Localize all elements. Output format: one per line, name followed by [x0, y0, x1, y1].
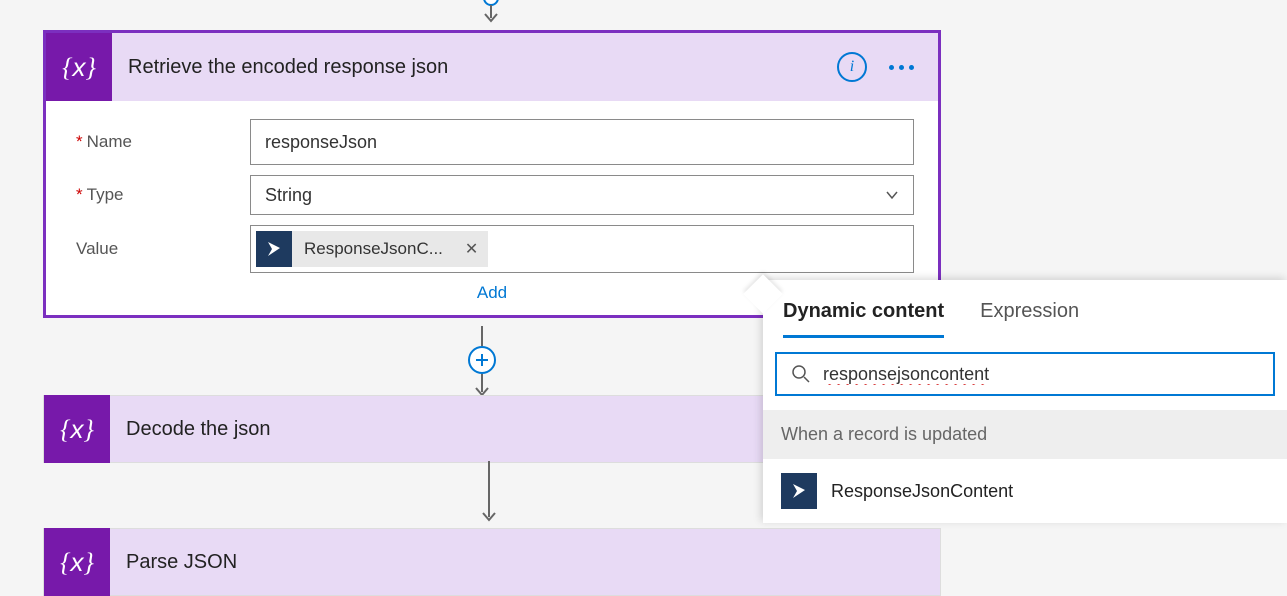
search-input[interactable]	[823, 364, 1259, 385]
item-label: ResponseJsonContent	[831, 481, 1013, 502]
tab-expression[interactable]: Expression	[980, 300, 1079, 338]
name-input[interactable]	[250, 119, 914, 165]
dynamic-content-popup: Dynamic content Expression When a record…	[763, 280, 1287, 523]
type-selected-value: String	[265, 185, 312, 206]
tab-dynamic-content[interactable]: Dynamic content	[783, 300, 944, 338]
info-icon[interactable]: i	[837, 52, 867, 82]
action-title: Parse JSON	[110, 551, 940, 574]
value-label: Value	[70, 239, 250, 259]
dynamics-icon	[781, 473, 817, 509]
chevron-down-icon	[885, 188, 899, 202]
search-icon	[791, 364, 811, 384]
action-header[interactable]: {x} Retrieve the encoded response json i	[46, 33, 938, 101]
dynamic-token[interactable]: ResponseJsonC... ✕	[256, 231, 488, 267]
action-title: Retrieve the encoded response json	[112, 56, 837, 79]
action-retrieve-encoded-response: {x} Retrieve the encoded response json i…	[43, 30, 941, 318]
dynamics-icon	[256, 231, 292, 267]
type-label: *Type	[70, 185, 250, 205]
action-parse-json[interactable]: {x} Parse JSON	[43, 528, 941, 596]
add-step-button[interactable]	[468, 346, 496, 374]
add-link[interactable]: Add	[477, 283, 507, 302]
connector-line	[467, 326, 497, 346]
arrow-down-icon	[474, 461, 504, 527]
token-label: ResponseJsonC...	[304, 239, 455, 259]
popup-section-header: When a record is updated	[763, 410, 1287, 459]
token-remove-icon[interactable]: ✕	[455, 239, 488, 259]
type-select[interactable]: String	[250, 175, 914, 215]
dynamic-content-item[interactable]: ResponseJsonContent	[763, 459, 1287, 523]
variable-icon: {x}	[44, 395, 110, 463]
more-menu-icon[interactable]	[889, 65, 914, 70]
arrow-down-icon	[476, 0, 506, 28]
value-input[interactable]: ResponseJsonC... ✕	[250, 225, 914, 273]
variable-icon: {x}	[44, 528, 110, 596]
name-label: *Name	[70, 132, 250, 152]
variable-icon: {x}	[46, 33, 112, 101]
